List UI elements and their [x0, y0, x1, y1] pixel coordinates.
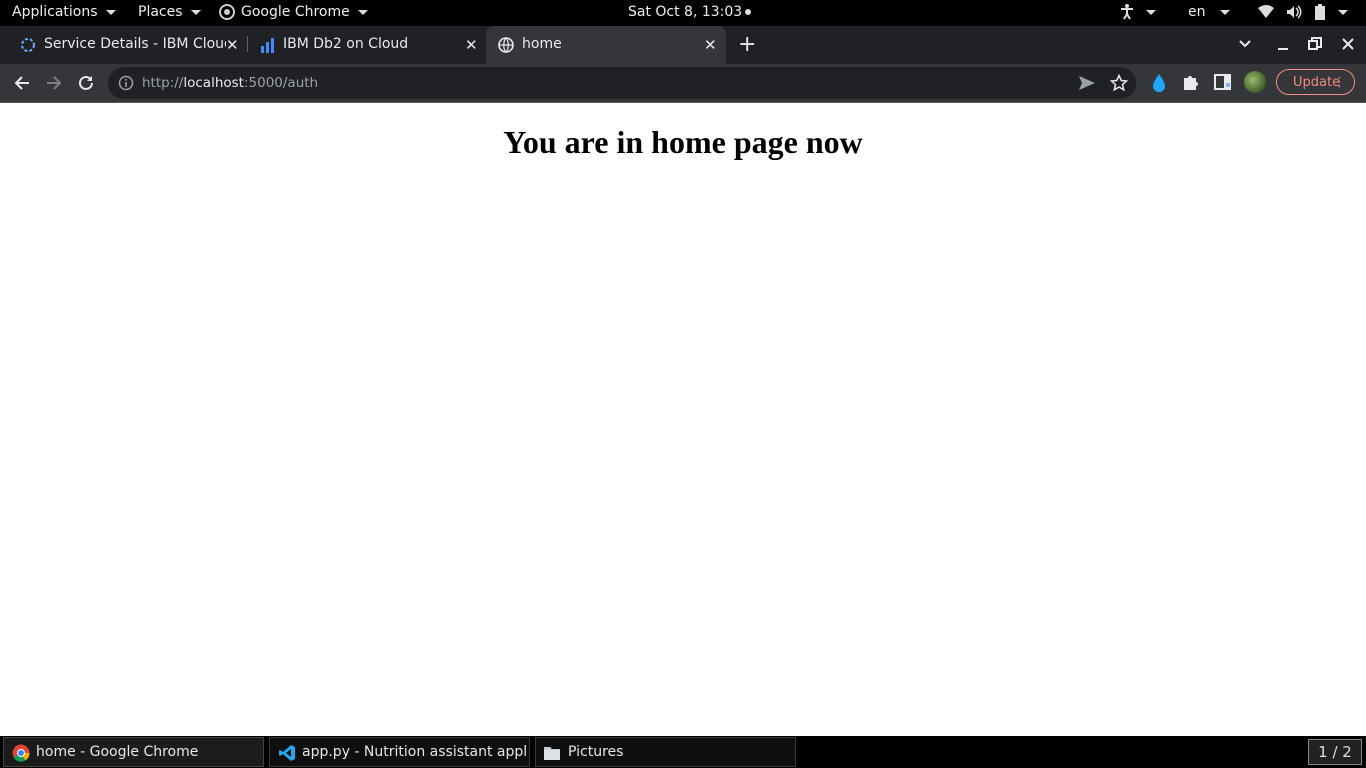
- browser-toolbar: http://localhost:5000/auth Update ⋮: [0, 64, 1366, 102]
- chevron-down-icon: [190, 9, 201, 15]
- chevron-down-icon: [105, 9, 116, 15]
- taskbar-item-label: app.py - Nutrition assistant applic...: [302, 744, 526, 760]
- window-list-taskbar: home - Google Chrome app.py - Nutrition …: [0, 736, 1366, 768]
- accessibility-menu[interactable]: [1120, 4, 1156, 20]
- taskbar-item-label: home - Google Chrome: [36, 744, 199, 760]
- url-scheme: http://: [142, 75, 184, 91]
- tab-search-icon[interactable]: [1238, 39, 1252, 49]
- places-label: Places: [138, 4, 183, 20]
- system-menu[interactable]: [1258, 4, 1348, 20]
- minimize-icon[interactable]: [1276, 38, 1290, 52]
- kebab-menu-icon[interactable]: ⋮: [1333, 70, 1346, 96]
- chevron-down-icon: [1219, 9, 1230, 15]
- close-tab-icon[interactable]: ✕: [465, 36, 478, 54]
- notification-dot-icon: [745, 9, 752, 15]
- url-text[interactable]: http://localhost:5000/auth: [142, 75, 318, 91]
- bookmark-star-icon[interactable]: [1110, 74, 1128, 92]
- applications-menu[interactable]: Applications: [12, 4, 116, 20]
- active-app-menu[interactable]: Google Chrome: [219, 4, 368, 20]
- tab-strip: Service Details - IBM Cloud ✕ IBM Db2 on…: [0, 26, 1366, 64]
- site-info-icon[interactable]: [118, 75, 134, 91]
- new-tab-button[interactable]: +: [738, 32, 756, 57]
- clock-label: Sat Oct 8, 13:03: [628, 4, 743, 20]
- url-host: localhost: [183, 75, 244, 91]
- applications-label: Applications: [12, 4, 98, 20]
- globe-icon: [498, 37, 514, 53]
- taskbar-item-files[interactable]: Pictures: [535, 737, 796, 767]
- volume-icon: [1287, 5, 1302, 19]
- chrome-icon: [12, 744, 30, 762]
- gnome-top-bar: Applications Places Google Chrome Sat Oc…: [0, 0, 1366, 26]
- language-label: en: [1188, 4, 1206, 20]
- profile-avatar[interactable]: [1244, 71, 1266, 93]
- vscode-icon: [279, 745, 295, 761]
- chevron-down-icon: [1338, 9, 1348, 15]
- places-menu[interactable]: Places: [138, 4, 201, 20]
- forward-icon[interactable]: [44, 73, 64, 93]
- clock[interactable]: Sat Oct 8, 13:03: [628, 4, 752, 20]
- tab-service-details[interactable]: Service Details - IBM Cloud ✕: [8, 26, 246, 64]
- battery-icon: [1315, 4, 1325, 20]
- close-window-icon[interactable]: [1341, 37, 1355, 51]
- close-tab-icon[interactable]: ✕: [226, 36, 239, 54]
- ibm-cloud-icon: [21, 38, 35, 52]
- chevron-down-icon: [357, 9, 368, 15]
- tab-title: Service Details - IBM Cloud: [44, 36, 226, 52]
- address-bar[interactable]: http://localhost:5000/auth: [108, 67, 1136, 99]
- chrome-icon: [219, 4, 235, 20]
- language-menu[interactable]: en: [1188, 4, 1230, 20]
- taskbar-item-label: Pictures: [568, 744, 624, 760]
- tab-home[interactable]: home ✕: [486, 26, 726, 64]
- reload-icon[interactable]: [76, 73, 96, 93]
- extensions-puzzle-icon[interactable]: [1182, 73, 1200, 91]
- send-tab-icon[interactable]: [1078, 75, 1096, 91]
- toolbar-divider: [0, 102, 1366, 103]
- url-path: :5000/auth: [243, 75, 319, 91]
- tab-title: home: [522, 36, 562, 52]
- wifi-icon: [1258, 5, 1274, 18]
- update-button[interactable]: Update ⋮: [1276, 69, 1355, 95]
- chevron-down-icon: [1146, 9, 1156, 15]
- db2-chart-icon: [261, 38, 274, 53]
- taskbar-item-chrome[interactable]: home - Google Chrome: [3, 737, 264, 767]
- taskbar-item-vscode[interactable]: app.py - Nutrition assistant applic...: [269, 737, 530, 767]
- water-drop-extension-icon[interactable]: [1151, 73, 1167, 93]
- accessibility-icon: [1121, 4, 1133, 20]
- side-panel-icon[interactable]: [1214, 74, 1232, 90]
- active-app-label: Google Chrome: [241, 4, 350, 20]
- folder-icon: [544, 747, 560, 760]
- back-icon[interactable]: [12, 73, 32, 93]
- restore-icon[interactable]: [1308, 37, 1322, 51]
- close-tab-icon[interactable]: ✕: [704, 36, 717, 54]
- workspace-switcher[interactable]: 1 / 2: [1308, 739, 1362, 765]
- tab-db2[interactable]: IBM Db2 on Cloud ✕: [248, 26, 486, 64]
- tab-title: IBM Db2 on Cloud: [283, 36, 409, 52]
- page-heading: You are in home page now: [503, 124, 863, 160]
